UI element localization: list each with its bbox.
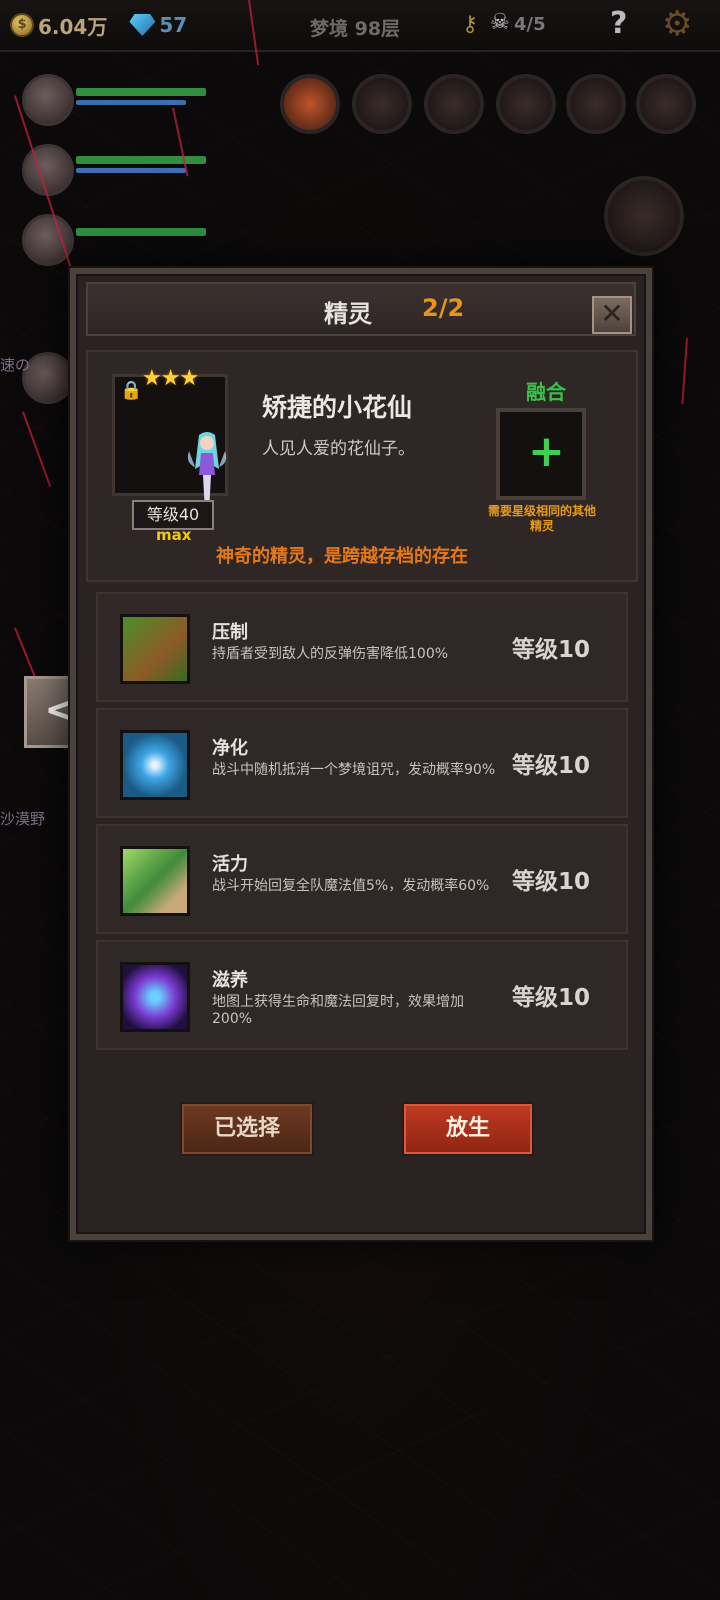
skill-description: 战斗开始回复全队魔法值5%，发动概率60%	[212, 878, 490, 894]
skill-description: 地图上获得生命和魔法回复时，效果增加200%	[212, 994, 464, 1027]
skill-level: 等级10	[512, 753, 591, 779]
gem-icon	[129, 14, 156, 36]
skill-description: 战斗中随机抵消一个梦境诅咒，发动概率90%	[212, 762, 496, 778]
item-slot[interactable]	[566, 74, 626, 134]
butterfly-skill-icon	[120, 962, 190, 1032]
item-slot[interactable]	[280, 74, 340, 134]
fuse-requirement-note: 需要星级相同的其他精灵	[487, 504, 596, 533]
skull-counter: 4/5	[514, 14, 546, 35]
modal-header: 精灵 2/2 ✕	[86, 282, 636, 336]
skill-level: 等级10	[512, 637, 591, 663]
item-slot[interactable]	[424, 74, 484, 134]
skill-row: 滋养 地图上获得生命和魔法回复时，效果增加200% 等级10	[96, 940, 628, 1050]
skill-row: 活力 战斗开始回复全队魔法值5%，发动概率60% 等级10	[96, 824, 628, 934]
fuse-label: 融合	[526, 380, 566, 404]
hero-portrait[interactable]	[22, 144, 74, 196]
star-rating: ★★★	[142, 366, 199, 391]
help-button[interactable]: ?	[610, 6, 627, 41]
gem-amount: 57	[159, 13, 188, 37]
skill-row: 净化 战斗中随机抵消一个梦境诅咒，发动概率90% 等级10	[96, 708, 628, 818]
gem-counter: 57	[107, 13, 187, 37]
spirit-info-panel: 🔒 ★★★ 等级40 max 矫捷的小花仙 人见人爱的花仙子。 神奇的精灵，是跨…	[86, 350, 638, 582]
item-slot[interactable]	[496, 74, 556, 134]
hero-hp-bar	[76, 156, 206, 164]
hero-mp-bar	[76, 100, 186, 105]
skull-icon: ☠	[490, 10, 510, 35]
prayer-skill-icon	[120, 846, 190, 916]
release-button[interactable]: 放生	[402, 1102, 534, 1156]
close-button[interactable]: ✕	[592, 296, 632, 334]
spirit-count: 2/2	[422, 294, 465, 322]
skill-row: 压制 持盾者受到敌人的反弹伤害降低100% 等级10	[96, 592, 628, 702]
skill-name: 净化	[212, 738, 248, 759]
spirit-description: 人见人爱的花仙子。	[262, 439, 415, 459]
boss-portrait[interactable]	[604, 176, 684, 256]
fuse-slot[interactable]: +	[496, 408, 586, 500]
top-status-bar: $ 6.04万 57 梦境 98层 ⚷ ☠ 4/5 ? ⚙	[0, 0, 720, 52]
claw-skill-icon	[120, 614, 190, 684]
skill-level: 等级10	[512, 985, 591, 1011]
spirit-tagline: 神奇的精灵，是跨越存档的存在	[216, 546, 468, 567]
plus-icon: +	[528, 426, 565, 477]
skill-description: 持盾者受到敌人的反弹伤害降低100%	[212, 646, 449, 662]
background-text: 沙漠野	[0, 810, 46, 828]
spirit-name: 矫捷的小花仙	[262, 393, 413, 422]
modal-title: 精灵	[324, 300, 372, 328]
item-slot[interactable]	[352, 74, 412, 134]
skill-name: 活力	[212, 854, 248, 875]
hero-portrait[interactable]	[22, 74, 74, 126]
coin-counter: $ 6.04万	[0, 11, 107, 40]
key-icon: ⚷	[462, 12, 479, 37]
coin-icon: $	[10, 13, 34, 37]
flower-skill-icon	[120, 730, 190, 800]
dream-floor-label: 梦境 98层	[310, 18, 401, 40]
background-text: 速の	[0, 356, 31, 374]
skill-name: 压制	[212, 622, 248, 643]
skill-name: 滋养	[212, 970, 248, 991]
lock-icon[interactable]: 🔒	[120, 380, 142, 401]
selected-button[interactable]: 已选择	[180, 1102, 314, 1156]
coin-amount: 6.04万	[38, 14, 108, 39]
skill-level: 等级10	[512, 869, 591, 895]
hero-mp-bar	[76, 168, 186, 173]
gear-icon[interactable]: ⚙	[662, 4, 692, 44]
spirit-modal: 精灵 2/2 ✕ 🔒 ★★★ 等级40 max 矫捷的小花仙 人见人爱的花仙子。…	[70, 268, 652, 1240]
max-level-label: max	[156, 526, 192, 544]
hero-hp-bar	[76, 88, 206, 96]
hero-hp-bar	[76, 228, 206, 236]
item-slot[interactable]	[636, 74, 696, 134]
